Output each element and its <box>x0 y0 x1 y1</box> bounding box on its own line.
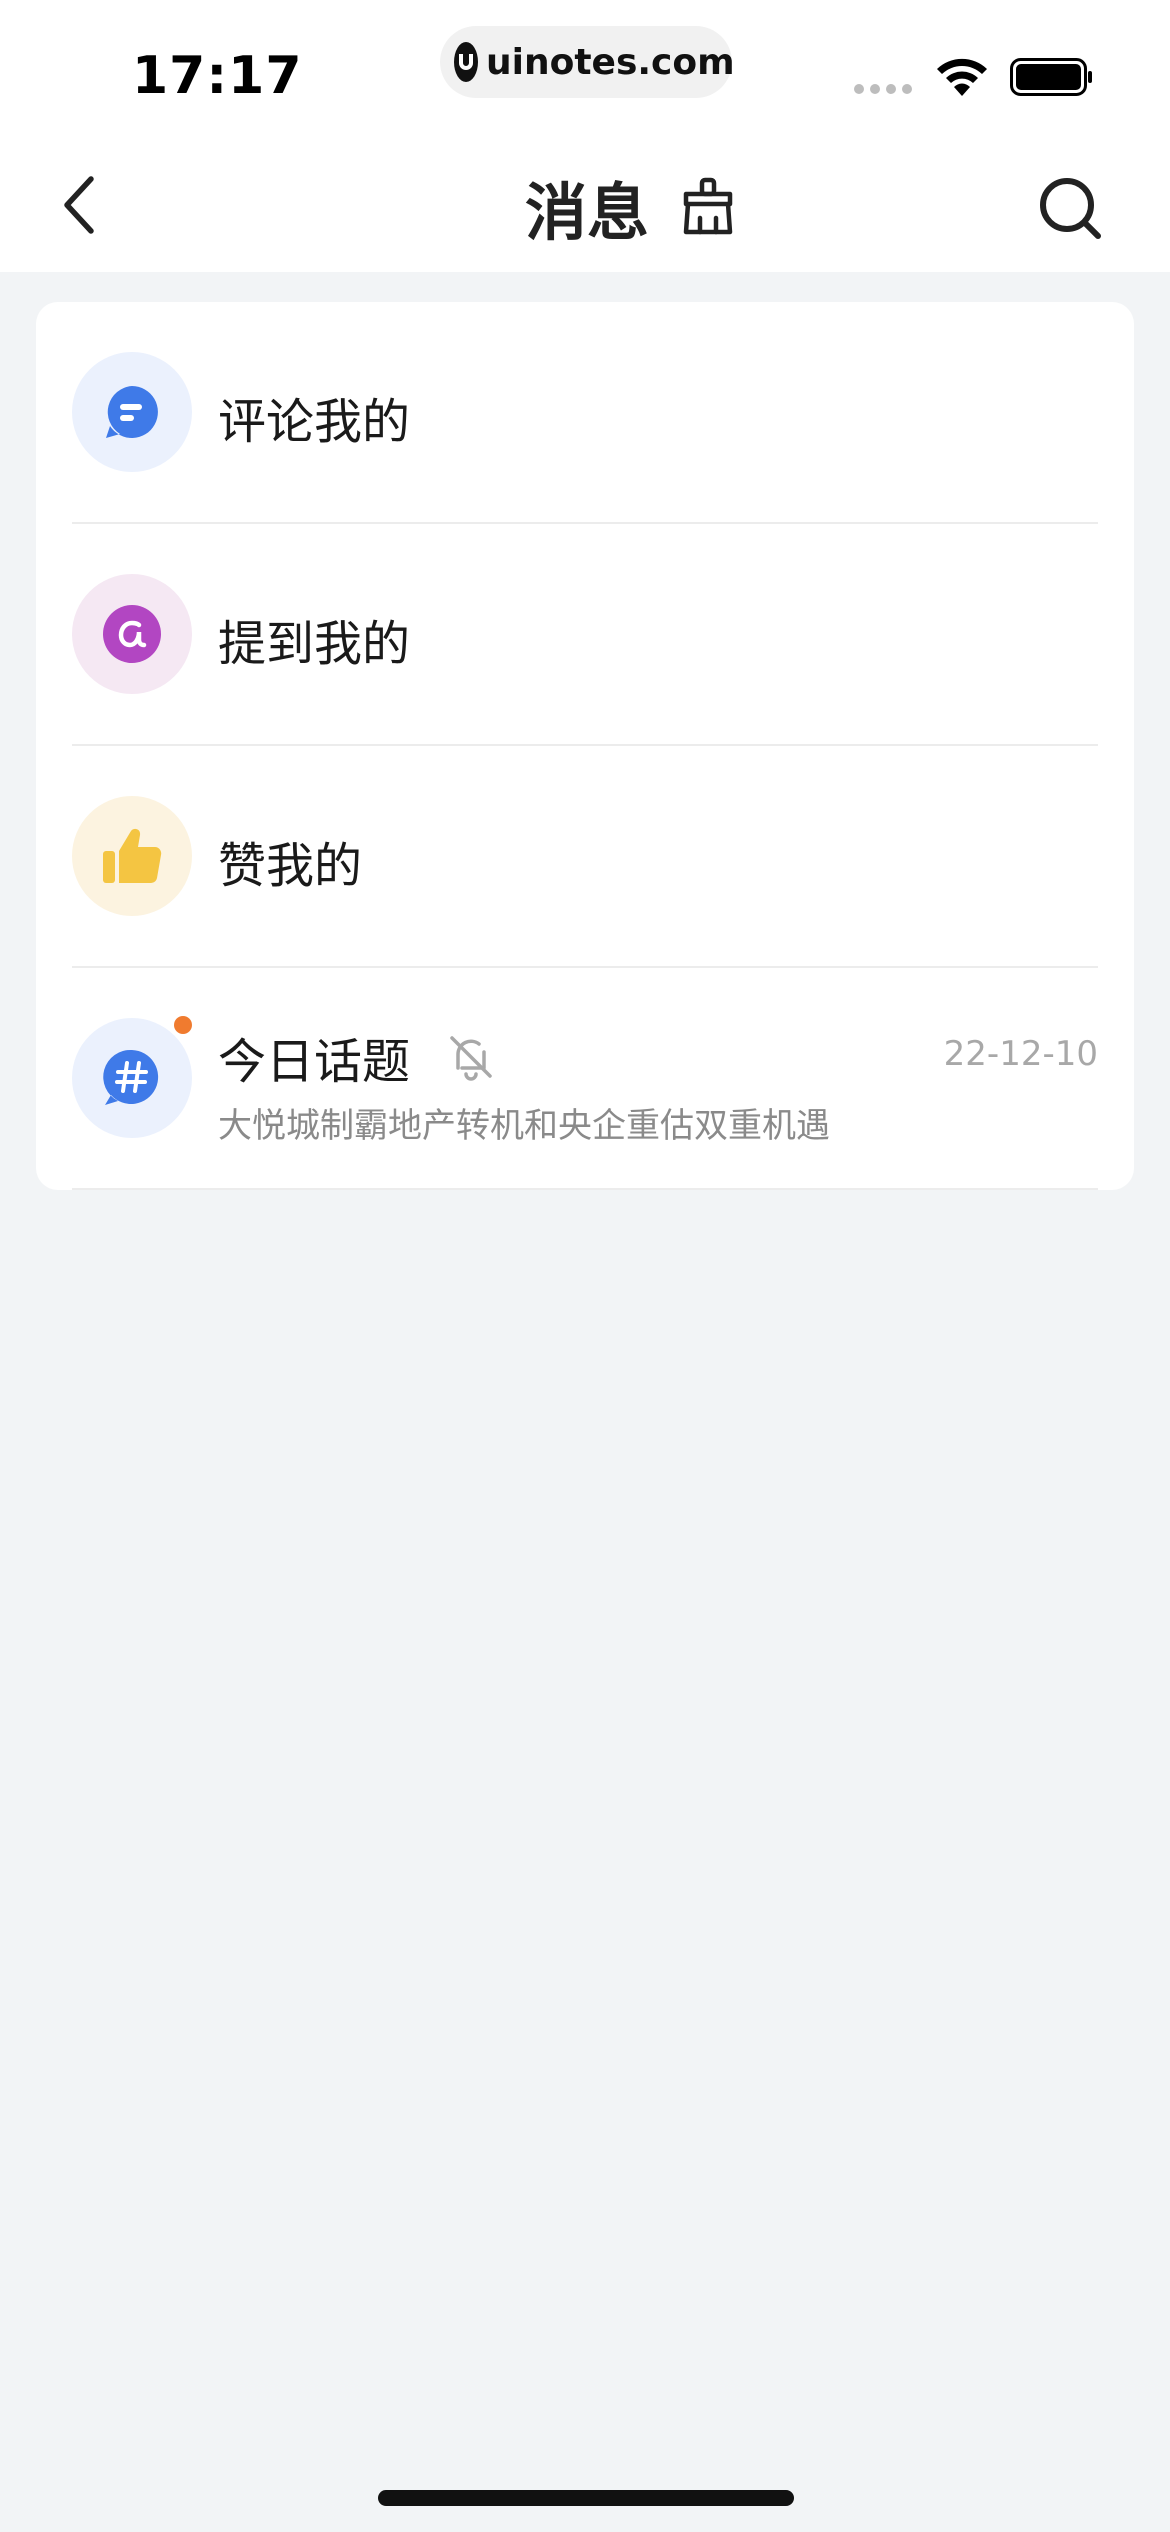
hashtag-icon <box>103 1049 159 1105</box>
battery-icon <box>1010 58 1092 96</box>
at-sign-icon <box>103 605 161 663</box>
list-item-likes[interactable]: 赞我的 <box>36 746 1134 968</box>
likes-avatar <box>72 796 192 916</box>
cellular-signal-icon <box>854 84 912 94</box>
topic-title: 今日话题 <box>218 1034 411 1090</box>
comment-bubble-icon <box>106 386 158 438</box>
broom-icon <box>683 177 733 235</box>
list-item-comments[interactable]: 评论我的 <box>36 302 1134 524</box>
status-bar: 17:17 uinotes.com <box>0 0 1170 140</box>
watermark-logo-icon <box>454 42 478 82</box>
chevron-left-icon <box>64 176 94 234</box>
page-title: 消息 <box>525 176 650 249</box>
thumbs-up-icon <box>103 828 162 883</box>
list-item-label: 赞我的 <box>218 838 363 894</box>
list-item-label: 提到我的 <box>218 616 411 672</box>
back-button[interactable] <box>44 170 114 240</box>
comment-avatar <box>72 352 192 472</box>
search-button[interactable] <box>1036 174 1106 244</box>
mention-avatar <box>72 574 192 694</box>
navigation-bar: 消息 <box>0 140 1170 272</box>
status-time: 17:17 <box>132 46 303 106</box>
list-item-label: 评论我的 <box>218 394 411 450</box>
wifi-icon <box>937 58 987 96</box>
list-item-mentions[interactable]: 提到我的 <box>36 524 1134 746</box>
divider <box>72 1188 1098 1190</box>
messages-page: 17:17 uinotes.com 消息 评论我的 提到我的 赞我的 今日话题 … <box>0 0 1170 2532</box>
clear-unread-button[interactable] <box>676 174 740 238</box>
topic-subtitle: 大悦城制霸地产转机和央企重估双重机遇 <box>218 1106 830 1146</box>
watermark-badge: uinotes.com <box>440 26 735 98</box>
home-indicator <box>378 2490 794 2506</box>
unread-dot <box>174 1016 192 1034</box>
bell-off-icon <box>450 1036 492 1081</box>
search-icon <box>1040 178 1101 239</box>
topic-avatar <box>72 1018 192 1138</box>
message-list: 评论我的 提到我的 赞我的 今日话题 22-12-10 大悦城制霸地产转机和央企… <box>36 302 1134 1190</box>
list-item-today-topic[interactable]: 今日话题 22-12-10 大悦城制霸地产转机和央企重估双重机遇 <box>36 968 1134 1190</box>
topic-timestamp: 22-12-10 <box>943 1034 1098 1074</box>
watermark-text: uinotes.com <box>486 41 735 83</box>
